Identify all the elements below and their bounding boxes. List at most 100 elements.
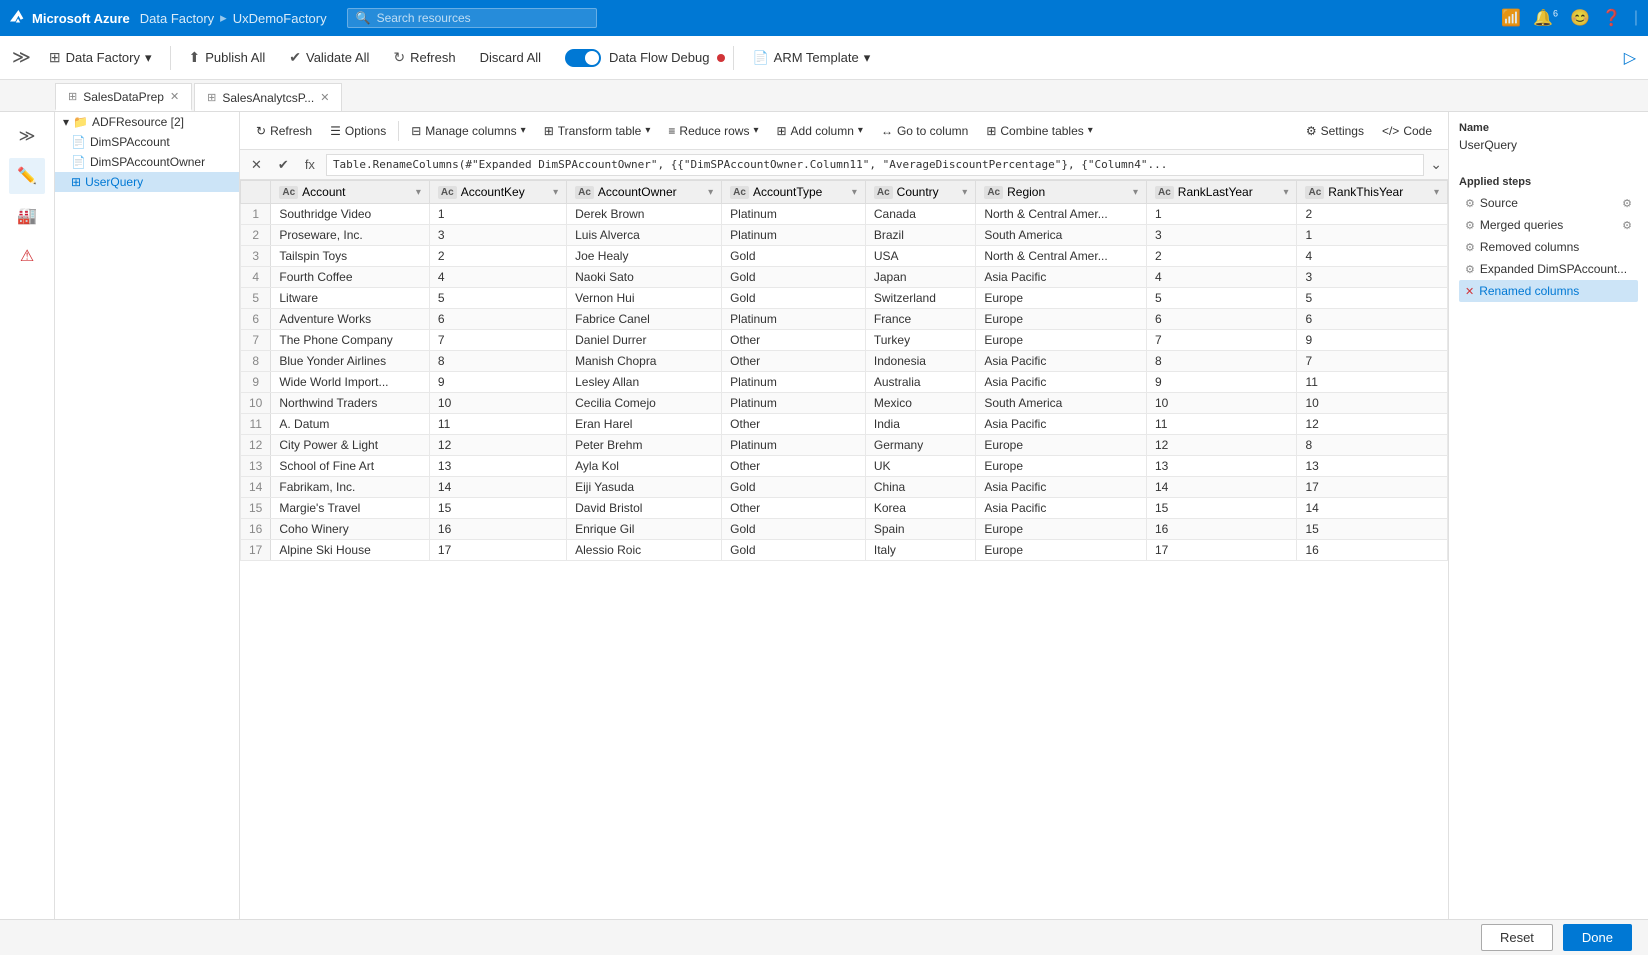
notifications-icon[interactable]: 🔔6	[1533, 8, 1558, 28]
col-header-country[interactable]: Ac Country ▾	[865, 181, 975, 204]
sidebar-factory-icon[interactable]: 🏭	[9, 198, 45, 234]
col-filter-account[interactable]: ▾	[416, 187, 421, 198]
ribbon-go-to-column-button[interactable]: ↔ Go to column	[873, 120, 976, 142]
step-item-renamed-columns[interactable]: ✕ Renamed columns	[1459, 280, 1638, 302]
publish-all-button[interactable]: ⬆ Publish All	[179, 44, 276, 71]
help-icon[interactable]: ❓	[1602, 8, 1622, 28]
col-filter-rankthisyear[interactable]: ▾	[1434, 187, 1439, 198]
step-gear-source[interactable]: ⚙	[1622, 197, 1632, 210]
steps-section: Applied steps ⚙ Source ⚙ ⚙ Merged querie…	[1459, 176, 1638, 302]
tree-item-dim-sp-account[interactable]: 📄 DimSPAccount	[55, 132, 239, 152]
arm-template-button[interactable]: 📄 ARM Template ▾	[742, 45, 880, 71]
df-chevron-icon: ▾	[145, 50, 152, 66]
ribbon-add-column-button[interactable]: ⊞ Add column	[768, 120, 870, 142]
debug-toggle-switch[interactable]	[565, 49, 601, 67]
ribbon-refresh-button[interactable]: ↻ Refresh	[248, 120, 320, 142]
ribbon-code-button[interactable]: </> Code	[1374, 120, 1440, 142]
tree-item-dim-sp-account-owner[interactable]: 📄 DimSPAccountOwner	[55, 152, 239, 172]
step-gear-merged-queries[interactable]: ⚙	[1622, 219, 1632, 232]
ribbon-settings-button[interactable]: ⚙ Settings	[1298, 120, 1372, 142]
formula-input[interactable]	[326, 154, 1424, 176]
col-header-ranklastyear[interactable]: Ac RankLastYear ▾	[1146, 181, 1296, 204]
col-header-account[interactable]: Ac Account ▾	[271, 181, 430, 204]
table-row[interactable]: 6 Adventure Works 6 Fabrice Canel Platin…	[241, 309, 1448, 330]
breadcrumb-df[interactable]: Data Factory	[140, 11, 214, 26]
tree-item-user-query[interactable]: ⊞ UserQuery	[55, 172, 239, 192]
ribbon-manage-columns-button[interactable]: ⊟ Manage columns	[403, 120, 533, 142]
table-row[interactable]: 8 Blue Yonder Airlines 8 Manish Chopra O…	[241, 351, 1448, 372]
table-row[interactable]: 10 Northwind Traders 10 Cecilia Comejo P…	[241, 393, 1448, 414]
refresh-toolbar-button[interactable]: ↻ Refresh	[383, 44, 465, 71]
formula-fx-button[interactable]: fx	[300, 155, 320, 174]
wifi-icon[interactable]: 📶	[1501, 8, 1521, 28]
table-row[interactable]: 14 Fabrikam, Inc. 14 Eiji Yasuda Gold Ch…	[241, 477, 1448, 498]
table-row[interactable]: 15 Margie's Travel 15 David Bristol Othe…	[241, 498, 1448, 519]
collapse-right-button[interactable]: ▷	[1624, 48, 1636, 68]
ribbon-options-button[interactable]: ☰ Options	[322, 120, 394, 142]
cell-accountowner: Manish Chopra	[567, 351, 722, 372]
table-row[interactable]: 17 Alpine Ski House 17 Alessio Roic Gold…	[241, 540, 1448, 561]
col-type-country: Ac	[874, 186, 893, 199]
step-icon-merged-queries: ⚙	[1465, 219, 1475, 232]
breadcrumb-factory[interactable]: UxDemoFactory	[233, 11, 327, 26]
sidebar-chevron-icon[interactable]: ≫	[9, 118, 45, 154]
col-filter-ranklastyear[interactable]: ▾	[1283, 187, 1288, 198]
reset-button[interactable]: Reset	[1481, 924, 1553, 951]
step-item-expanded-dim[interactable]: ⚙ Expanded DimSPAccount...	[1459, 258, 1638, 280]
cell-accountkey: 14	[429, 477, 566, 498]
step-item-merged-queries[interactable]: ⚙ Merged queries ⚙	[1459, 214, 1638, 236]
search-input[interactable]	[377, 11, 588, 25]
tab-1-close[interactable]: ✕	[320, 91, 329, 104]
tree-item-icon-0: 📄	[71, 135, 86, 149]
table-row[interactable]: 3 Tailspin Toys 2 Joe Healy Gold USA Nor…	[241, 246, 1448, 267]
table-row[interactable]: 7 The Phone Company 7 Daniel Durrer Othe…	[241, 330, 1448, 351]
col-header-accountkey[interactable]: Ac AccountKey ▾	[429, 181, 566, 204]
table-row[interactable]: 5 Litware 5 Vernon Hui Gold Switzerland …	[241, 288, 1448, 309]
sidebar-paint-icon[interactable]: ✏️	[9, 158, 45, 194]
tab-sales-data-prep[interactable]: ⊞ SalesDataPrep ✕	[55, 83, 192, 111]
ribbon-reduce-rows-button[interactable]: ≡ Reduce rows	[660, 120, 766, 142]
tree-root[interactable]: ▾ 📁 ADFResource [2]	[55, 112, 239, 132]
col-header-rankthisyear[interactable]: Ac RankThisYear ▾	[1297, 181, 1448, 204]
table-row[interactable]: 4 Fourth Coffee 4 Naoki Sato Gold Japan …	[241, 267, 1448, 288]
discard-all-button[interactable]: Discard All	[470, 45, 551, 70]
table-row[interactable]: 9 Wide World Import... 9 Lesley Allan Pl…	[241, 372, 1448, 393]
ribbon-transform-table-button[interactable]: ⊞ Transform table	[536, 120, 659, 142]
col-filter-accountkey[interactable]: ▾	[553, 187, 558, 198]
cell-accountkey: 3	[429, 225, 566, 246]
table-row[interactable]: 2 Proseware, Inc. 3 Luis Alverca Platinu…	[241, 225, 1448, 246]
azure-search-bar[interactable]: 🔍	[347, 8, 597, 28]
col-header-accounttype[interactable]: Ac AccountType ▾	[722, 181, 866, 204]
data-table-container[interactable]: Ac Account ▾ Ac AccountKey ▾	[240, 180, 1448, 919]
formula-confirm-button[interactable]: ✔	[273, 155, 294, 175]
step-item-source[interactable]: ⚙ Source ⚙	[1459, 192, 1638, 214]
step-item-removed-columns[interactable]: ⚙ Removed columns	[1459, 236, 1638, 258]
validate-all-button[interactable]: ✔ Validate All	[279, 44, 379, 71]
col-filter-region[interactable]: ▾	[1133, 187, 1138, 198]
sidebar-monitor-icon[interactable]: ⚠	[9, 238, 45, 274]
table-row[interactable]: 1 Southridge Video 1 Derek Brown Platinu…	[241, 204, 1448, 225]
table-row[interactable]: 16 Coho Winery 16 Enrique Gil Gold Spain…	[241, 519, 1448, 540]
formula-expand-icon[interactable]: ⌄	[1430, 156, 1442, 173]
col-header-region[interactable]: Ac Region ▾	[976, 181, 1147, 204]
table-row[interactable]: 13 School of Fine Art 13 Ayla Kol Other …	[241, 456, 1448, 477]
done-button[interactable]: Done	[1563, 924, 1632, 951]
smiley-icon[interactable]: 😊	[1570, 8, 1590, 28]
col-filter-accounttype[interactable]: ▾	[852, 187, 857, 198]
tab-sales-analytics[interactable]: ⊞ SalesAnalytcsP... ✕	[194, 83, 342, 111]
table-row[interactable]: 11 A. Datum 11 Eran Harel Other India As…	[241, 414, 1448, 435]
table-row[interactable]: 12 City Power & Light 12 Peter Brehm Pla…	[241, 435, 1448, 456]
azure-logo[interactable]: Microsoft Azure	[10, 10, 130, 26]
col-header-accountowner[interactable]: Ac AccountOwner ▾	[567, 181, 722, 204]
col-filter-country[interactable]: ▾	[962, 187, 967, 198]
step-label-source: Source	[1480, 196, 1518, 210]
df-dropdown-button[interactable]: ⊞ Data Factory ▾	[39, 44, 162, 71]
ribbon-combine-tables-button[interactable]: ⊞ Combine tables	[978, 120, 1100, 142]
col-filter-accountowner[interactable]: ▾	[708, 187, 713, 198]
cell-rankthisyear: 14	[1297, 498, 1448, 519]
cell-ranklastyear: 11	[1146, 414, 1296, 435]
sidebar-expand-icon[interactable]: ≫	[12, 47, 31, 68]
formula-delete-button[interactable]: ✕	[246, 155, 267, 175]
tab-0-close[interactable]: ✕	[170, 90, 179, 103]
ribbon-add-col-icon: ⊞	[776, 124, 786, 138]
